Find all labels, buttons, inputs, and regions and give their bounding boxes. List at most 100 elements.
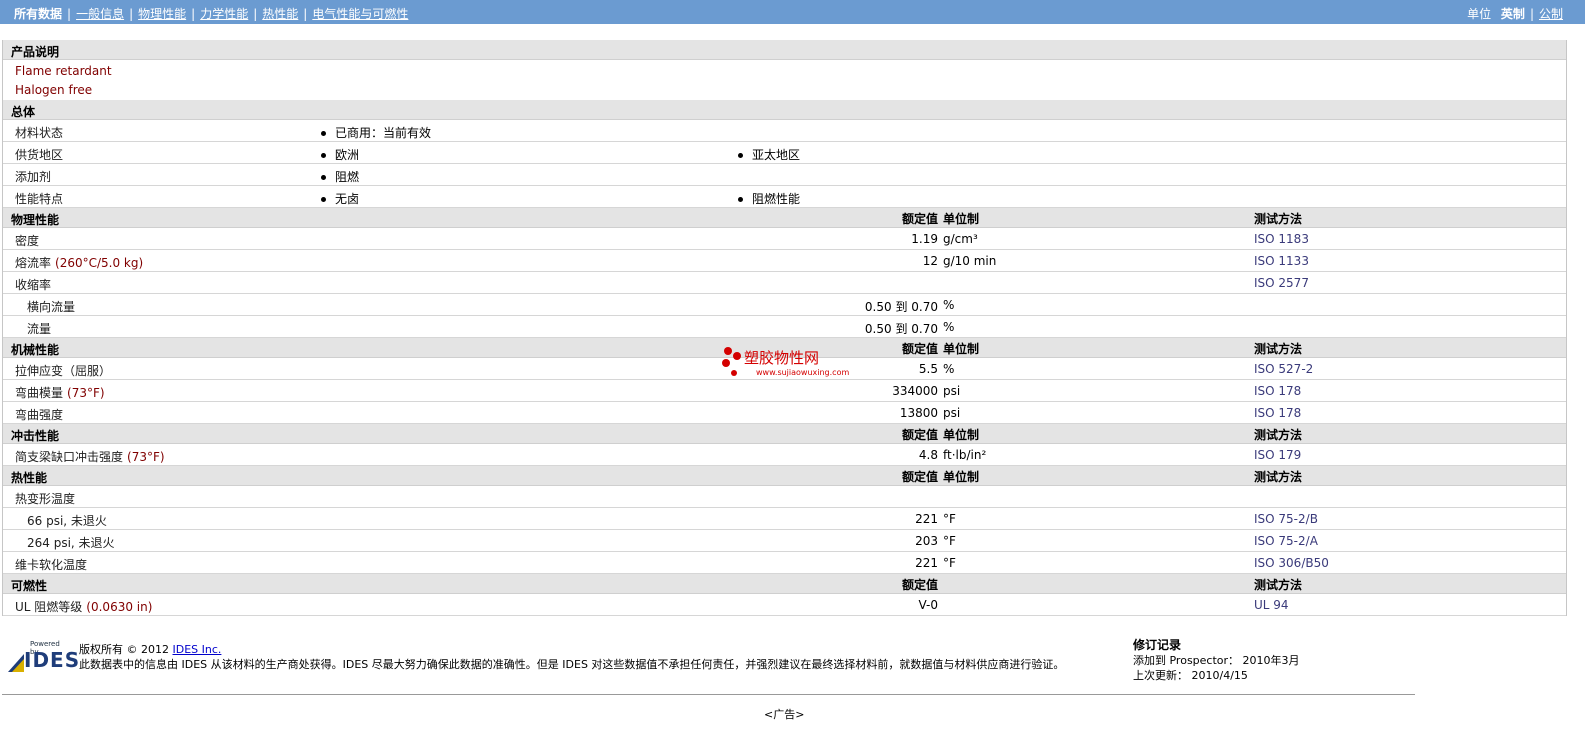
- bullet-text: 亚太地区: [752, 148, 801, 162]
- row-label: 材料状态: [15, 126, 64, 140]
- footer: Powered by IDES 版权所有 © 2012 IDES Inc. 此数…: [2, 632, 1565, 694]
- property-unit: °F: [943, 534, 956, 548]
- updated-date: 上次更新： 2010/4/15: [1133, 669, 1248, 682]
- added-date: 添加到 Prospector： 2010年3月: [1133, 654, 1300, 667]
- property-unit: psi: [943, 406, 961, 420]
- watermark-logo: 塑胶物性网 www.sujiaowuxing.com: [720, 344, 860, 380]
- property-label: 收缩率: [15, 276, 51, 293]
- property-unit: %: [943, 320, 955, 334]
- property-row: 密度 1.19 g/cm³ ISO 1183: [3, 228, 1566, 250]
- property-value: 203: [915, 534, 938, 548]
- unit-english-active: 英制: [1500, 7, 1525, 21]
- property-label: 密度: [15, 232, 39, 249]
- bullet-item: 阻燃性能: [738, 190, 800, 207]
- bullet-item: 已商用：当前有效: [321, 124, 431, 141]
- property-row: 收缩率 ISO 2577: [3, 272, 1566, 294]
- property-label: 弯曲模量 (73°F): [15, 384, 105, 401]
- property-unit: °F: [943, 556, 956, 570]
- bullet-icon: [321, 175, 326, 180]
- footer-divider: [2, 694, 1415, 695]
- bullet-item: 亚太地区: [738, 146, 800, 163]
- top-nav-bar: 所有数据 | 一般信息 | 物理性能 | 力学性能 | 热性能 | 电气性能与可燃性 单位 英制 | 公…: [0, 0, 1585, 24]
- section-general: 总体: [3, 100, 1566, 120]
- test-method: ISO 179: [1254, 448, 1302, 462]
- watermark-dots-icon: [722, 347, 741, 376]
- tab-thermal[interactable]: 热性能: [262, 7, 298, 21]
- property-value: V-0: [918, 598, 938, 612]
- property-label: UL 阻燃等级 (0.0630 in): [15, 598, 152, 615]
- header-method: 测试方法: [1254, 428, 1303, 442]
- ides-logo: Powered by IDES: [8, 640, 79, 672]
- property-row: 热变形温度: [3, 486, 1566, 508]
- property-value: 4.8: [918, 448, 938, 462]
- section-title: 机械性能: [11, 343, 60, 357]
- tab-electrical[interactable]: 电气性能与可燃性: [312, 7, 408, 21]
- test-method: ISO 75-2/B: [1254, 512, 1318, 526]
- section-thermal: 热性能 额定值 单位制 测试方法: [3, 466, 1566, 486]
- property-name: 维卡软化温度: [15, 558, 88, 572]
- property-label: 弯曲强度: [15, 406, 63, 423]
- header-method: 测试方法: [1254, 470, 1303, 484]
- property-row: UL 阻燃等级 (0.0630 in) V-0 UL 94: [3, 594, 1566, 616]
- property-row: 66 psi, 未退火 221 °F ISO 75-2/B: [3, 508, 1566, 530]
- property-name: 弯曲强度: [15, 408, 64, 422]
- header-unit: 单位制: [943, 342, 980, 356]
- tab-general[interactable]: 一般信息: [76, 7, 124, 21]
- property-condition: (260°C/5.0 kg): [55, 256, 144, 270]
- header-rated: 额定值: [901, 578, 938, 592]
- test-method: ISO 1183: [1254, 232, 1309, 246]
- property-value: 221: [915, 512, 938, 526]
- property-unit: g/10 min: [943, 254, 997, 268]
- unit-metric-link[interactable]: 公制: [1539, 7, 1563, 21]
- property-name: 横向流量: [27, 300, 76, 314]
- header-rated: 额定值: [901, 428, 938, 442]
- property-value: 13800: [899, 406, 938, 420]
- property-label: 横向流量: [27, 298, 75, 315]
- header-unit: 单位制: [943, 470, 980, 484]
- tab-mechanical[interactable]: 力学性能: [200, 7, 248, 21]
- unit-switcher: 单位 英制 | 公制: [1467, 7, 1563, 21]
- property-value: 221: [915, 556, 938, 570]
- section-title: 产品说明: [11, 45, 60, 59]
- property-name: 熔流率: [15, 256, 52, 270]
- revision-history: 修订记录 添加到 Prospector： 2010年3月 上次更新： 2010/…: [1133, 638, 1300, 683]
- ides-triangle-icon: [8, 654, 24, 672]
- property-label: 拉伸应变（屈服）: [15, 362, 111, 379]
- property-condition: (73°F): [67, 386, 105, 400]
- disclaimer-text: 此数据表中的信息由 IDES 从该材料的生产商处获得。IDES 尽最大努力确保此…: [79, 658, 1065, 671]
- property-value: 0.50 到 0.70: [864, 322, 938, 336]
- property-label: 简支梁缺口冲击强度 (73°F): [15, 448, 165, 465]
- property-label: 熔流率 (260°C/5.0 kg): [15, 254, 143, 271]
- property-unit: ft·lb/in²: [943, 448, 987, 462]
- property-unit: %: [943, 298, 955, 312]
- section-title: 可燃性: [11, 579, 48, 593]
- description-text: Halogen free: [15, 83, 93, 97]
- revision-title: 修订记录: [1133, 638, 1182, 652]
- property-label: 66 psi, 未退火: [27, 512, 107, 529]
- row-label: 性能特点: [15, 192, 64, 206]
- tab-physical[interactable]: 物理性能: [138, 7, 186, 21]
- property-value: 0.50 到 0.70: [864, 300, 938, 314]
- property-row: 弯曲模量 (73°F) 334000 psi ISO 178: [3, 380, 1566, 402]
- tab-all-data[interactable]: 所有数据: [14, 7, 62, 21]
- property-row: 维卡软化温度 221 °F ISO 306/B50: [3, 552, 1566, 574]
- general-row: 材料状态 已商用：当前有效: [3, 120, 1566, 142]
- section-title: 总体: [11, 105, 36, 119]
- section-flammability: 可燃性 额定值 测试方法: [3, 574, 1566, 594]
- general-row: 添加剂 阻燃: [3, 164, 1566, 186]
- bullet-text: 无卤: [335, 192, 360, 206]
- bullet-text: 欧洲: [335, 148, 360, 162]
- ides-link[interactable]: IDES Inc.: [173, 643, 222, 656]
- test-method: ISO 178: [1254, 384, 1302, 398]
- property-label: 流量: [27, 320, 51, 337]
- property-unit: %: [943, 362, 955, 376]
- bullet-icon: [321, 197, 326, 202]
- header-unit: 单位制: [943, 212, 980, 226]
- property-name: 密度: [15, 234, 40, 248]
- bullet-text: 已商用：当前有效: [335, 126, 432, 140]
- property-name: 弯曲模量: [15, 386, 64, 400]
- test-method: ISO 2577: [1254, 276, 1309, 290]
- property-unit: °F: [943, 512, 956, 526]
- property-value: 334000: [892, 384, 938, 398]
- bullet-item: 无卤: [321, 190, 359, 207]
